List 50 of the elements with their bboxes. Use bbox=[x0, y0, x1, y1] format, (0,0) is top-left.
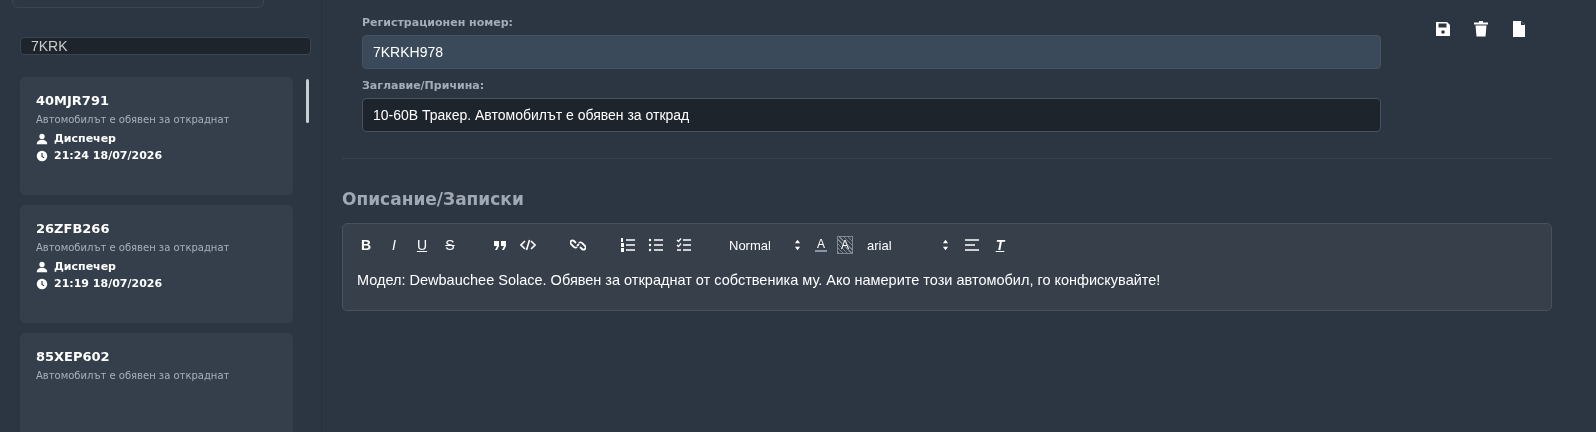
underline-button[interactable]: U bbox=[413, 235, 431, 255]
code-icon bbox=[520, 237, 536, 253]
numbered-list-button[interactable] bbox=[619, 235, 637, 255]
report-card[interactable]: 26ZFB266 Автомобилът е обявен за откраднат Диспечер 21:19 18/07/2026 bbox=[20, 205, 293, 323]
report-reason: Автомобилът е обявен за откраднат bbox=[36, 242, 230, 253]
scrollbar-thumb[interactable] bbox=[306, 79, 309, 123]
bold-button[interactable]: B bbox=[357, 235, 375, 255]
title-input[interactable]: 10-60В Тракер. Автомобилът е обявен за открад bbox=[362, 98, 1381, 132]
field-label: Заглавие/Причина: bbox=[362, 79, 486, 92]
author-name: Диспечер bbox=[54, 260, 116, 273]
plate-input[interactable]: 7KRKH978 bbox=[362, 35, 1381, 69]
plate-number: 26ZFB266 bbox=[36, 221, 110, 236]
user-icon bbox=[36, 260, 48, 273]
editor-text: Модел: Dewbauchee Solace. Обявен за откраднат от собственика му. Ако намерите този автомобил, го конфискувайте! bbox=[357, 272, 1162, 288]
search-field[interactable]: 7KRK bbox=[20, 37, 311, 55]
delete-button[interactable] bbox=[1472, 20, 1490, 38]
bullet-list-icon bbox=[648, 237, 664, 253]
report-card[interactable]: 85XEP602 Автомобилът е обявен за откраднат bbox=[20, 333, 293, 432]
report-card[interactable]: 40MJR791 Автомобилът е обявен за откраднат Диспечер 21:24 18/07/2026 bbox=[20, 77, 293, 195]
trash-icon bbox=[1473, 21, 1489, 37]
numbered-list-icon bbox=[620, 237, 636, 253]
clock-icon bbox=[36, 149, 48, 162]
report-time: 21:24 18/07/2026 bbox=[54, 149, 163, 162]
italic-button[interactable]: I bbox=[385, 235, 403, 255]
updown-caret-icon bbox=[942, 239, 949, 251]
checklist-icon bbox=[676, 237, 692, 253]
save-icon bbox=[1435, 21, 1451, 37]
text-editor[interactable]: B I U S Normal A A arial T Модел: Dewbauchee Solace. Обявен за откраднат от собственика му. Ако намерите този автомобил, го конфискувайте! bbox=[342, 223, 1552, 311]
report-time: 21:19 18/07/2026 bbox=[54, 277, 163, 290]
clock-icon bbox=[36, 277, 48, 290]
format-select[interactable]: arial bbox=[863, 235, 953, 255]
field-label: Регистрационен номер: bbox=[362, 16, 514, 29]
plate-number: 40MJR791 bbox=[36, 93, 109, 108]
strikethrough-button[interactable]: S bbox=[441, 235, 459, 255]
file-icon bbox=[1511, 21, 1527, 37]
link-icon bbox=[570, 237, 586, 253]
author-name: Диспечер bbox=[54, 132, 116, 145]
report-reason: Автомобилът е обявен за откраднат bbox=[36, 114, 230, 125]
user-icon bbox=[36, 132, 48, 145]
report-reason: Автомобилът е обявен за откраднат bbox=[36, 370, 230, 381]
plate-number: 85XEP602 bbox=[36, 349, 110, 364]
highlight-button[interactable]: A bbox=[837, 236, 853, 254]
updown-caret-icon bbox=[794, 239, 801, 251]
section-heading: Описание/Записки bbox=[342, 189, 525, 209]
format-select[interactable]: Normal bbox=[725, 235, 805, 255]
clear-format-button[interactable]: T bbox=[991, 235, 1009, 255]
new-button[interactable] bbox=[1510, 20, 1528, 38]
text-color-button[interactable]: A bbox=[815, 238, 827, 252]
align-left-icon bbox=[964, 237, 980, 253]
save-button[interactable] bbox=[1434, 20, 1452, 38]
